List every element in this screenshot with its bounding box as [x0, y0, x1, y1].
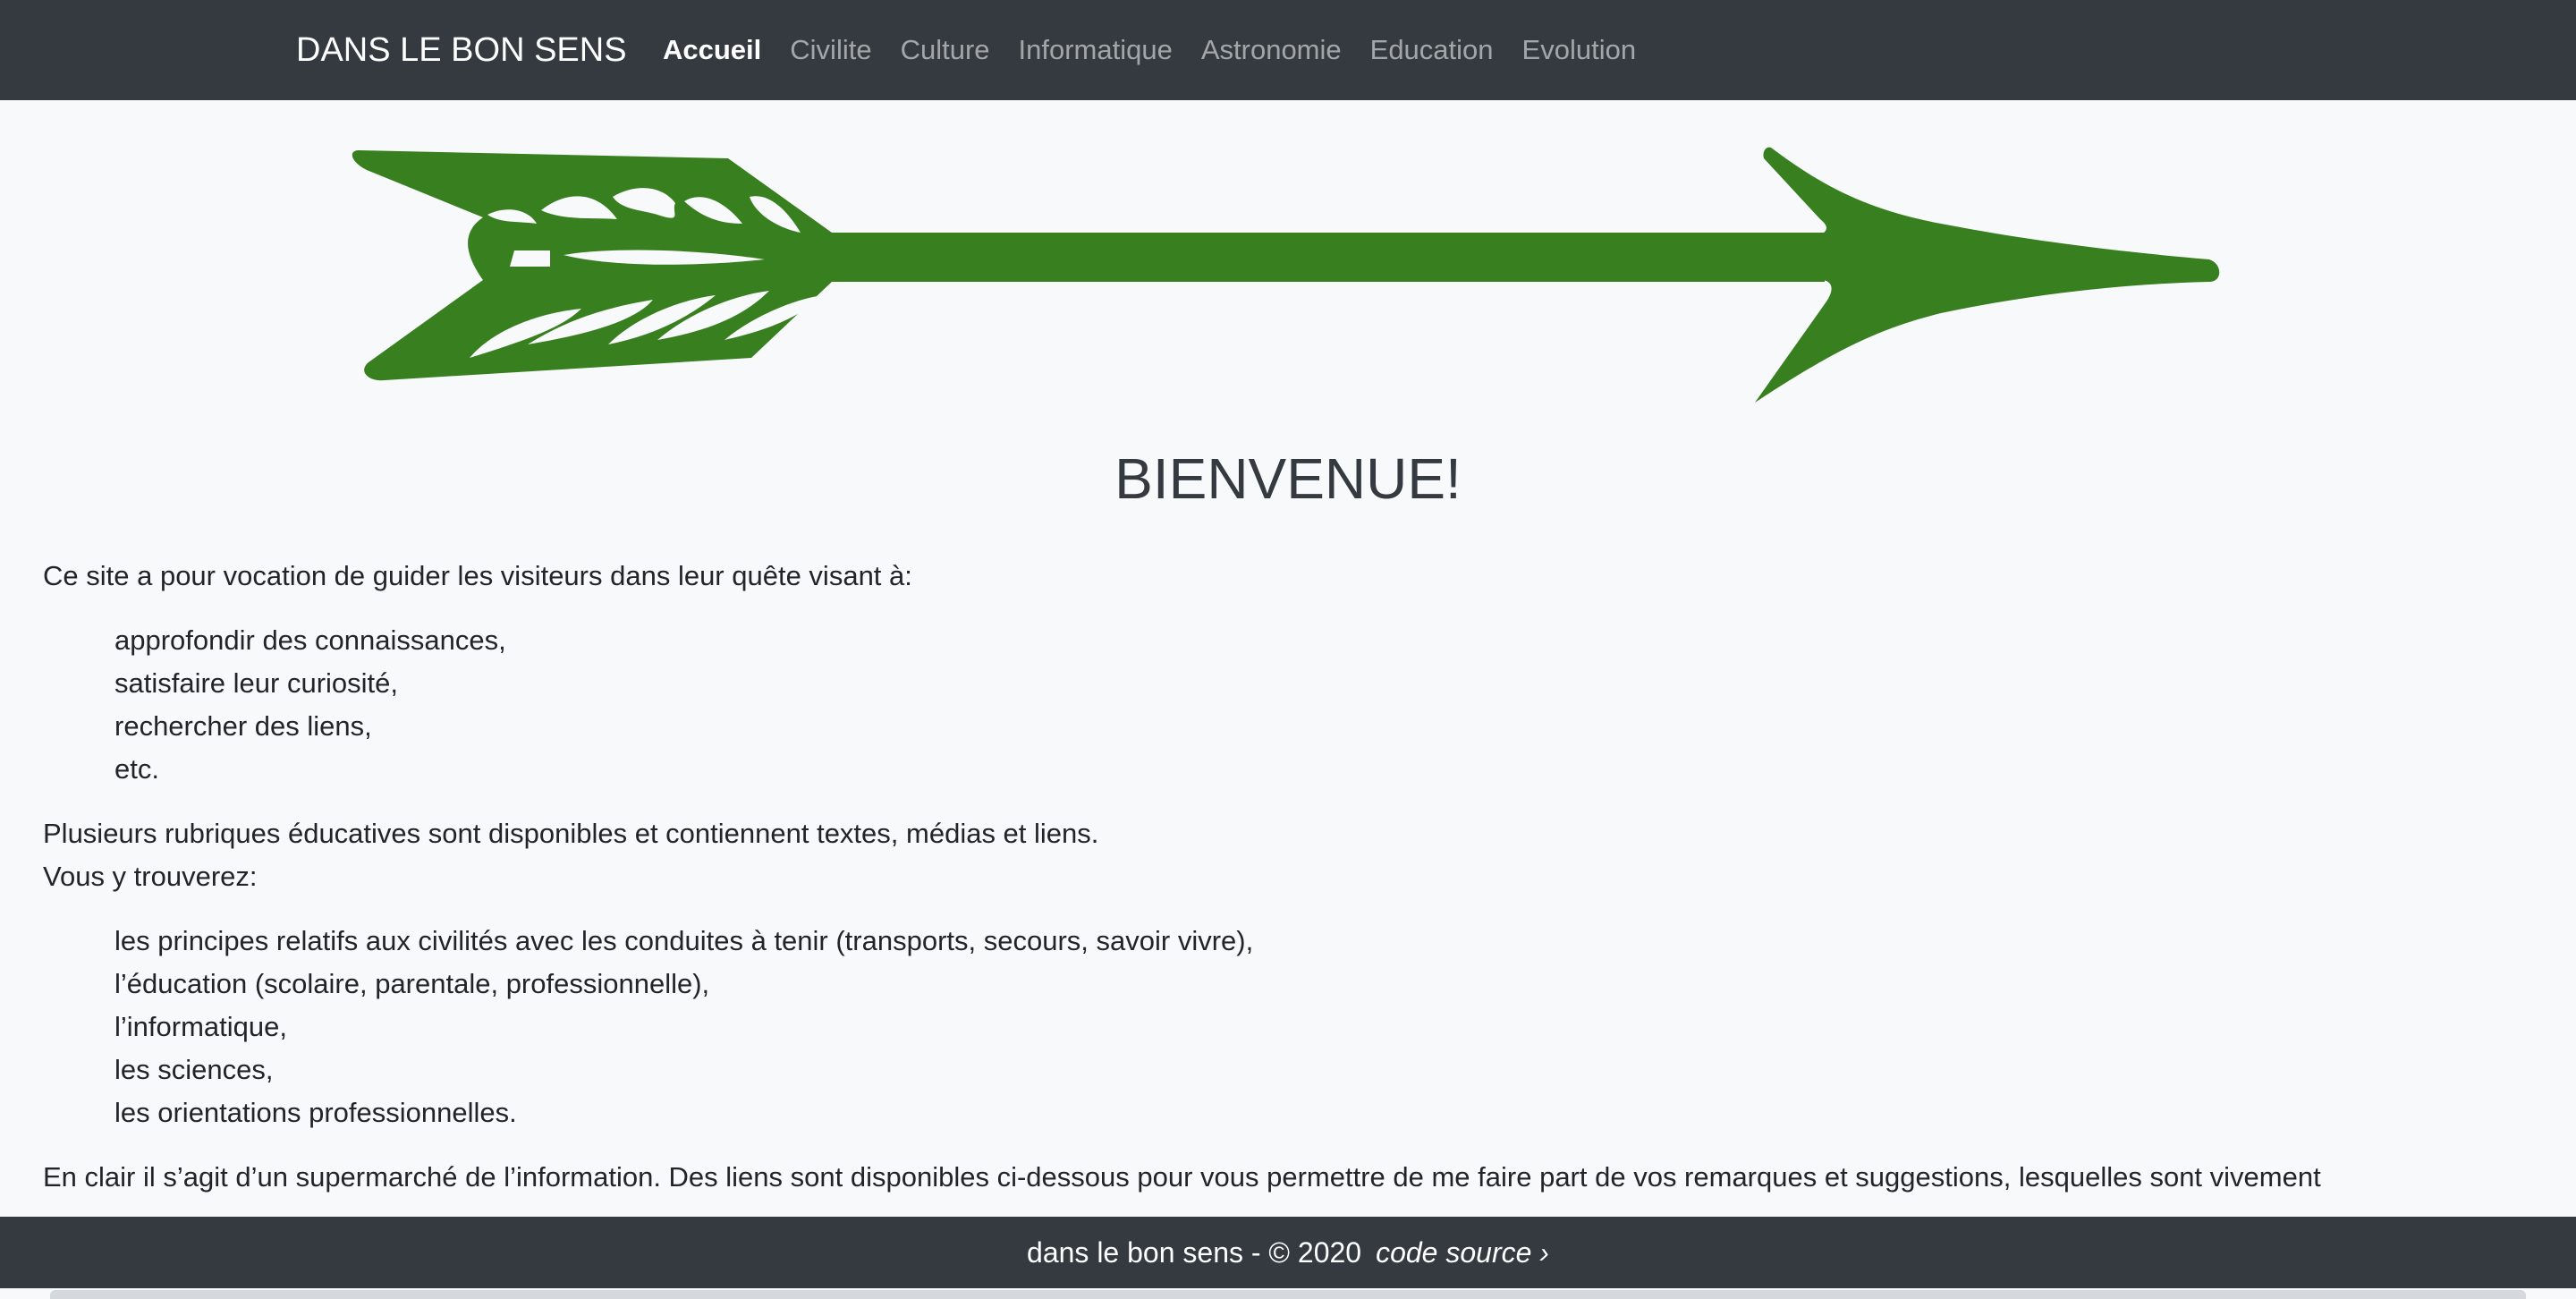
sections-intro-line-1: Plusieurs rubriques éducatives sont disp…: [43, 818, 1099, 849]
topics-list: les principes relatifs aux civilités ave…: [43, 920, 2538, 1134]
goals-list: approfondir des connaissances, satisfair…: [43, 619, 2538, 791]
top-navbar: DANS LE BON SENS Accueil Civilite Cultur…: [0, 0, 2576, 100]
list-item: les sciences,: [114, 1054, 274, 1085]
list-item: les principes relatifs aux civilités ave…: [114, 925, 1254, 956]
footer-copyright: dans le bon sens - © 2020: [1027, 1235, 1362, 1269]
nav-link-civilite[interactable]: Civilite: [790, 34, 871, 66]
list-item: l’éducation (scolaire, parentale, profes…: [114, 968, 710, 999]
nav-link-astronomie[interactable]: Astronomie: [1201, 34, 1342, 66]
sections-intro-line-2: Vous y trouverez:: [43, 861, 258, 892]
sections-intro: Plusieurs rubriques éducatives sont disp…: [43, 812, 2538, 898]
page-title: BIENVENUE!: [1114, 446, 1462, 511]
list-item: rechercher des liens,: [114, 710, 372, 742]
site-brand[interactable]: DANS LE BON SENS: [296, 0, 627, 100]
intro-text: Ce site a pour vocation de guider les vi…: [43, 560, 912, 591]
source-code-link[interactable]: code source ›: [1376, 1236, 1549, 1269]
nav-link-education[interactable]: Education: [1370, 34, 1494, 66]
bottom-window-edge: [50, 1290, 2526, 1299]
nav-link-informatique[interactable]: Informatique: [1019, 34, 1173, 66]
nav-link-accueil[interactable]: Accueil: [663, 34, 761, 66]
nav-link-culture[interactable]: Culture: [901, 34, 990, 66]
closing-text: En clair il s’agit d’un supermarché de l…: [43, 1161, 2321, 1193]
nav-links: Accueil Civilite Culture Informatique As…: [663, 0, 1636, 100]
main-content: Ce site a pour vocation de guider les vi…: [43, 555, 2538, 1199]
list-item: etc.: [114, 753, 159, 785]
page-footer: dans le bon sens - © 2020 code source ›: [0, 1217, 2576, 1288]
green-arrow-banner: [352, 147, 2220, 403]
nav-link-evolution[interactable]: Evolution: [1522, 34, 1637, 66]
list-item: l’informatique,: [114, 1011, 287, 1042]
list-item: les orientations professionnelles.: [114, 1097, 517, 1128]
list-item: approfondir des connaissances,: [114, 624, 506, 656]
list-item: satisfaire leur curiosité,: [114, 667, 399, 699]
